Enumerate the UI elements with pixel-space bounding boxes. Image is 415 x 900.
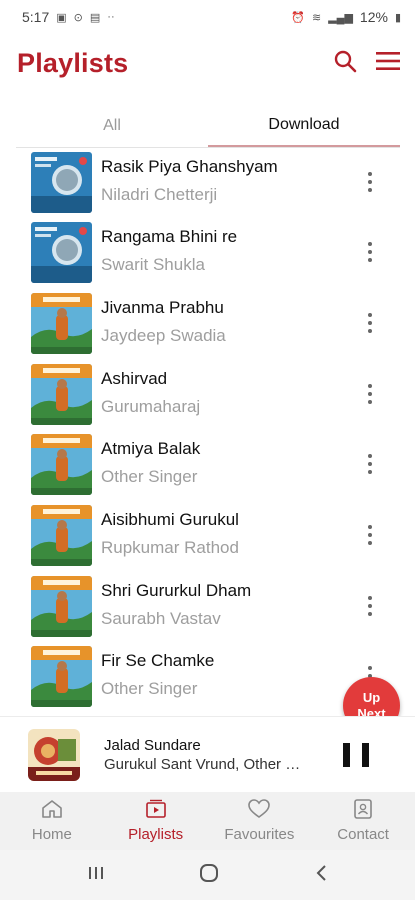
blue-album-art	[31, 152, 92, 213]
app-header: Playlists	[0, 34, 415, 92]
song-artist: Rupkumar Rathod	[101, 538, 239, 557]
now-playing-title: Jalad Sundare	[104, 737, 201, 754]
song-list[interactable]: Rasik Piya Ghanshyam Niladri Chetterji R…	[0, 148, 415, 714]
tab-all[interactable]: All	[16, 104, 208, 147]
now-playing-album-art	[28, 729, 80, 781]
blue-album-art	[31, 222, 92, 283]
song-artist: Other Singer	[101, 679, 198, 698]
nav-playlists[interactable]: Playlists	[104, 792, 208, 850]
song-title: Atmiya Balak	[101, 439, 201, 458]
playlist-tabs: All Download	[16, 104, 400, 148]
song-title: Rangama Bhini re	[101, 227, 238, 246]
list-item[interactable]: Jivanma Prabhu Jaydeep Swadia	[0, 289, 415, 359]
bottom-nav: Home Playlists Favourites Contact	[0, 792, 415, 850]
more-options-icon[interactable]	[360, 594, 380, 618]
status-bar: 5:17 ▣ ⊙ ▤ ·· ⏰ ≋ ▂▄▆ 12% ▮	[0, 0, 415, 34]
search-icon[interactable]	[333, 49, 357, 78]
landscape-album-art	[31, 293, 92, 354]
list-item[interactable]: Atmiya Balak Other Singer	[0, 430, 415, 500]
nav-playlists-label: Playlists	[128, 826, 184, 843]
wifi-icon: ≋	[311, 11, 322, 24]
song-artist: Swarit Shukla	[101, 255, 205, 274]
more-options-icon[interactable]	[360, 240, 380, 264]
list-item[interactable]: Ashirvad Gurumaharaj	[0, 360, 415, 430]
battery-percent: 12%	[359, 9, 388, 25]
home-button-icon[interactable]	[199, 863, 219, 888]
status-time: 5:17	[22, 9, 50, 25]
playlist-icon	[145, 799, 167, 823]
now-playing-artist: Gurukul Sant Vrund, Other Singer	[104, 756, 304, 773]
contact-icon	[353, 799, 373, 823]
landscape-album-art	[31, 505, 92, 566]
status-right: ⏰ ≋ ▂▄▆ 12% ▮	[291, 9, 401, 25]
alarm-icon: ⏰	[291, 11, 305, 24]
list-item[interactable]: Rangama Bhini re Swarit Shukla	[0, 218, 415, 288]
header-actions	[333, 49, 401, 78]
list-item[interactable]: Aisibhumi Gurukul Rupkumar Rathod	[0, 501, 415, 571]
landscape-album-art	[31, 576, 92, 637]
landscape-album-art	[31, 364, 92, 425]
nav-contact-label: Contact	[337, 826, 389, 843]
mini-player[interactable]: Jalad Sundare Gurukul Sant Vrund, Other …	[0, 716, 415, 792]
signal-icon: ▂▄▆	[328, 11, 353, 24]
list-item[interactable]: Rasik Piya Ghanshyam Niladri Chetterji	[0, 148, 415, 218]
more-options-icon[interactable]	[360, 382, 380, 406]
list-item[interactable]: Shri Gururkul Dham Saurabh Vastav	[0, 572, 415, 642]
status-left: 5:17 ▣ ⊙ ▤ ··	[22, 9, 115, 25]
app-notification-icon: ▤	[89, 11, 101, 24]
song-title: Rasik Piya Ghanshyam	[101, 157, 278, 176]
home-icon	[41, 799, 63, 823]
nav-home-label: Home	[31, 826, 72, 843]
more-options-icon[interactable]	[360, 523, 380, 547]
song-title: Fir Se Chamke	[101, 651, 215, 670]
notification-icon: ▣	[56, 11, 67, 24]
landscape-album-art	[31, 646, 92, 707]
page-title: Playlists	[17, 47, 129, 78]
nav-favourites-label: Favourites	[224, 826, 295, 843]
song-artist: Saurabh Vastav	[101, 609, 221, 628]
system-nav-bar	[0, 850, 415, 900]
nav-contact[interactable]: Contact	[311, 792, 415, 850]
song-title: Ashirvad	[101, 369, 168, 388]
song-title: Jivanma Prabhu	[101, 298, 224, 317]
landscape-album-art	[31, 434, 92, 495]
song-title: Aisibhumi Gurukul	[101, 510, 239, 529]
song-artist: Gurumaharaj	[101, 397, 201, 416]
song-artist: Other Singer	[101, 467, 198, 486]
back-icon[interactable]	[314, 864, 328, 887]
more-options-icon[interactable]	[360, 452, 380, 476]
tab-download[interactable]: Download	[208, 104, 400, 147]
more-options-icon[interactable]	[360, 311, 380, 335]
battery-icon: ▮	[394, 11, 401, 24]
pause-icon[interactable]	[343, 743, 369, 767]
up-next-label-line1: Up	[362, 689, 381, 705]
song-artist: Niladri Chetterji	[101, 185, 218, 204]
menu-icon[interactable]	[375, 50, 401, 77]
nav-home[interactable]: Home	[0, 792, 104, 850]
recent-apps-icon[interactable]	[87, 865, 105, 886]
nav-favourites[interactable]: Favourites	[208, 792, 312, 850]
more-notifications-icon: ··	[107, 11, 115, 23]
sync-icon: ⊙	[73, 11, 83, 24]
more-options-icon[interactable]	[360, 170, 380, 194]
song-artist: Jaydeep Swadia	[101, 326, 226, 345]
heart-icon	[248, 799, 271, 823]
song-title: Shri Gururkul Dham	[101, 581, 252, 600]
